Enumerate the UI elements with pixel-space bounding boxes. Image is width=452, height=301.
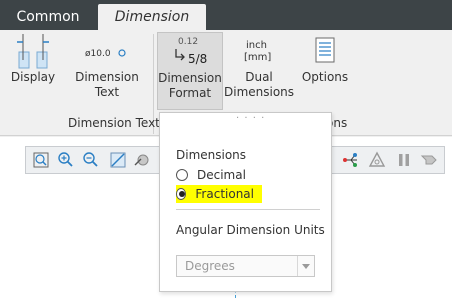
- refit-icon[interactable]: [32, 151, 50, 169]
- group-label-dimension-text: Dimension Text: [68, 116, 160, 130]
- fractional-radio[interactable]: [176, 188, 187, 200]
- fractional-label: Fractional: [195, 187, 254, 201]
- options-button[interactable]: Options: [298, 32, 352, 110]
- display-button[interactable]: Display: [10, 32, 56, 110]
- tab-common[interactable]: Common: [0, 4, 96, 30]
- dual-dimensions-icon: inch [mm]: [244, 40, 271, 63]
- popup-grip-icon[interactable]: · · · ·: [236, 114, 265, 124]
- repaint-icon[interactable]: [109, 151, 127, 169]
- dimension-format-icon-top: 0.12: [178, 37, 198, 47]
- display-icon: [17, 34, 49, 69]
- zoom-in-icon[interactable]: [57, 151, 75, 169]
- display-style-icon[interactable]: [133, 151, 151, 169]
- dimension-format-label: Dimension Format: [158, 71, 222, 100]
- dimensions-heading: Dimensions: [176, 148, 247, 162]
- tab-dimension[interactable]: Dimension: [98, 4, 206, 30]
- dimension-text-label: Dimension Text: [75, 70, 139, 99]
- fractional-radio-option[interactable]: Fractional: [176, 185, 262, 203]
- annotation-display-icon[interactable]: [368, 151, 386, 169]
- angular-units-value: Degrees: [185, 259, 235, 273]
- datum-display-icon[interactable]: [342, 151, 360, 169]
- dual-icon-bottom: [mm]: [244, 52, 271, 63]
- popup-divider: [176, 209, 320, 210]
- dual-dimensions-label: Dual Dimensions: [224, 70, 295, 99]
- dimension-format-icon-frac: 5/8: [188, 52, 207, 66]
- decimal-radio[interactable]: [176, 169, 188, 181]
- zoom-out-icon[interactable]: [82, 151, 100, 169]
- dual-dimensions-button[interactable]: inch [mm] Dual Dimensions: [224, 32, 294, 110]
- flag-icon[interactable]: [420, 151, 438, 169]
- dimension-text-button[interactable]: ø10.0 Dimension Text: [70, 32, 144, 110]
- dimension-format-popup: · · · · Dimensions Decimal Fractional An…: [159, 112, 332, 292]
- dimension-text-icon: ø10.0: [85, 49, 126, 59]
- options-icon: [315, 37, 335, 63]
- angular-units-select[interactable]: Degrees: [176, 255, 315, 277]
- dimension-text-icon-text: ø10.0: [85, 49, 111, 59]
- options-label: Options: [301, 70, 349, 84]
- dimension-format-icon: 0.12 5/8: [175, 37, 207, 66]
- angular-units-heading: Angular Dimension Units: [176, 223, 325, 237]
- dimension-format-button[interactable]: 0.12 5/8 Dimension Format: [157, 32, 223, 110]
- display-label: Display: [10, 70, 56, 84]
- ribbon-tab-bar: Common Dimension: [0, 0, 452, 30]
- decimal-radio-option[interactable]: Decimal: [176, 166, 246, 184]
- chevron-down-icon[interactable]: [297, 256, 314, 276]
- decimal-label: Decimal: [197, 168, 246, 182]
- pause-icon[interactable]: [395, 151, 413, 169]
- dual-icon-top: inch: [246, 40, 267, 51]
